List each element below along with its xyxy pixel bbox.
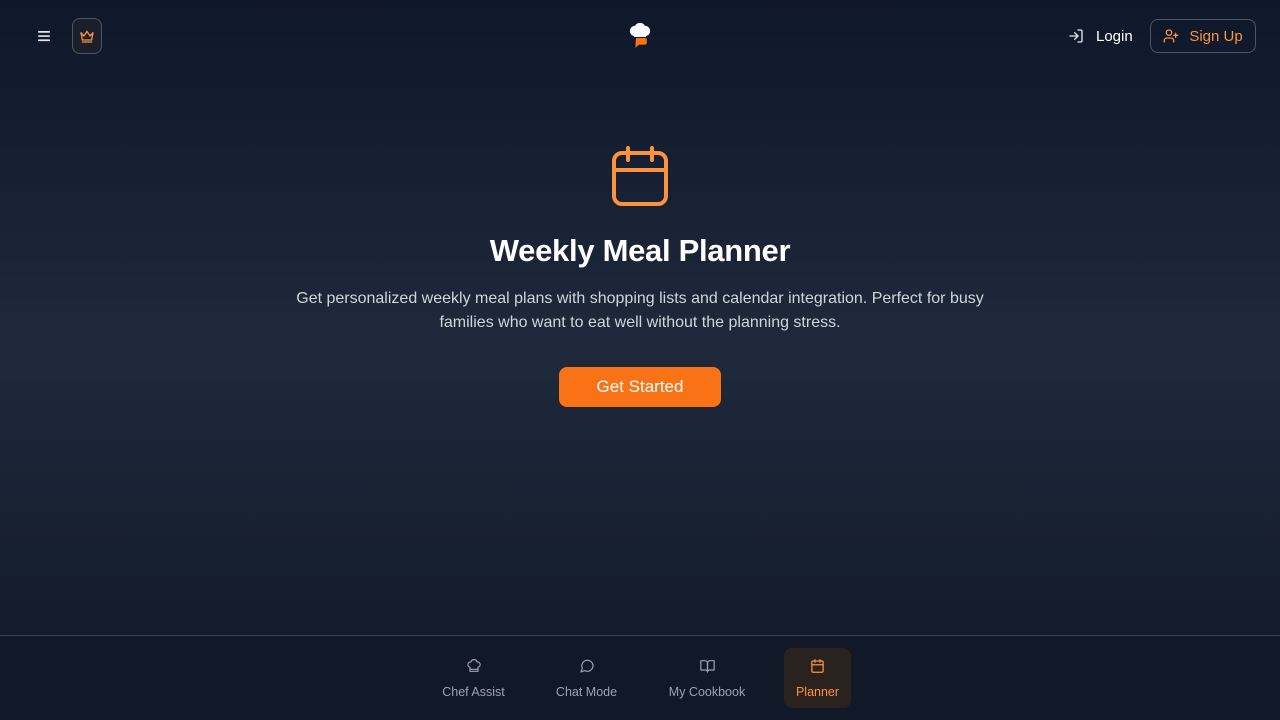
message-circle-icon — [578, 657, 596, 675]
chef-hat-chat-icon — [629, 22, 651, 48]
nav-item-planner[interactable]: Planner — [784, 648, 851, 708]
get-started-button[interactable]: Get Started — [559, 367, 721, 407]
nav-item-chef-assist[interactable]: Chef Assist — [430, 648, 517, 708]
top-header: Login Sign Up — [0, 0, 1280, 72]
login-button[interactable]: Login — [1060, 20, 1141, 52]
page-description: Get personalized weekly meal plans with … — [296, 290, 984, 331]
menu-button[interactable] — [28, 20, 60, 52]
user-plus-icon — [1163, 29, 1179, 43]
signup-button[interactable]: Sign Up — [1150, 19, 1256, 53]
hamburger-menu-icon — [38, 31, 50, 42]
bottom-navigation: Chef Assist Chat Mode My Cookbook Planne… — [0, 635, 1280, 720]
nav-item-chat-mode[interactable]: Chat Mode — [545, 648, 628, 708]
app-logo[interactable] — [624, 20, 656, 52]
hero-section: Weekly Meal Planner Get personalized wee… — [0, 144, 1280, 407]
nav-label: Chef Assist — [442, 685, 505, 699]
nav-label: Planner — [795, 685, 840, 699]
nav-item-my-cookbook[interactable]: My Cookbook — [657, 648, 757, 708]
chef-hat-icon — [465, 657, 483, 675]
nav-label: My Cookbook — [668, 685, 746, 699]
hero-calendar — [610, 144, 670, 208]
calendar-icon — [612, 146, 668, 206]
log-in-icon — [1069, 29, 1083, 43]
page-title: Weekly Meal Planner — [489, 233, 791, 268]
book-open-icon — [698, 657, 716, 675]
signup-label: Sign Up — [1189, 27, 1243, 45]
nav-label: Chat Mode — [555, 685, 618, 699]
premium-button[interactable] — [72, 18, 102, 54]
calendar-icon — [809, 657, 827, 675]
crown-icon — [80, 30, 94, 43]
login-label: Login — [1096, 27, 1133, 45]
